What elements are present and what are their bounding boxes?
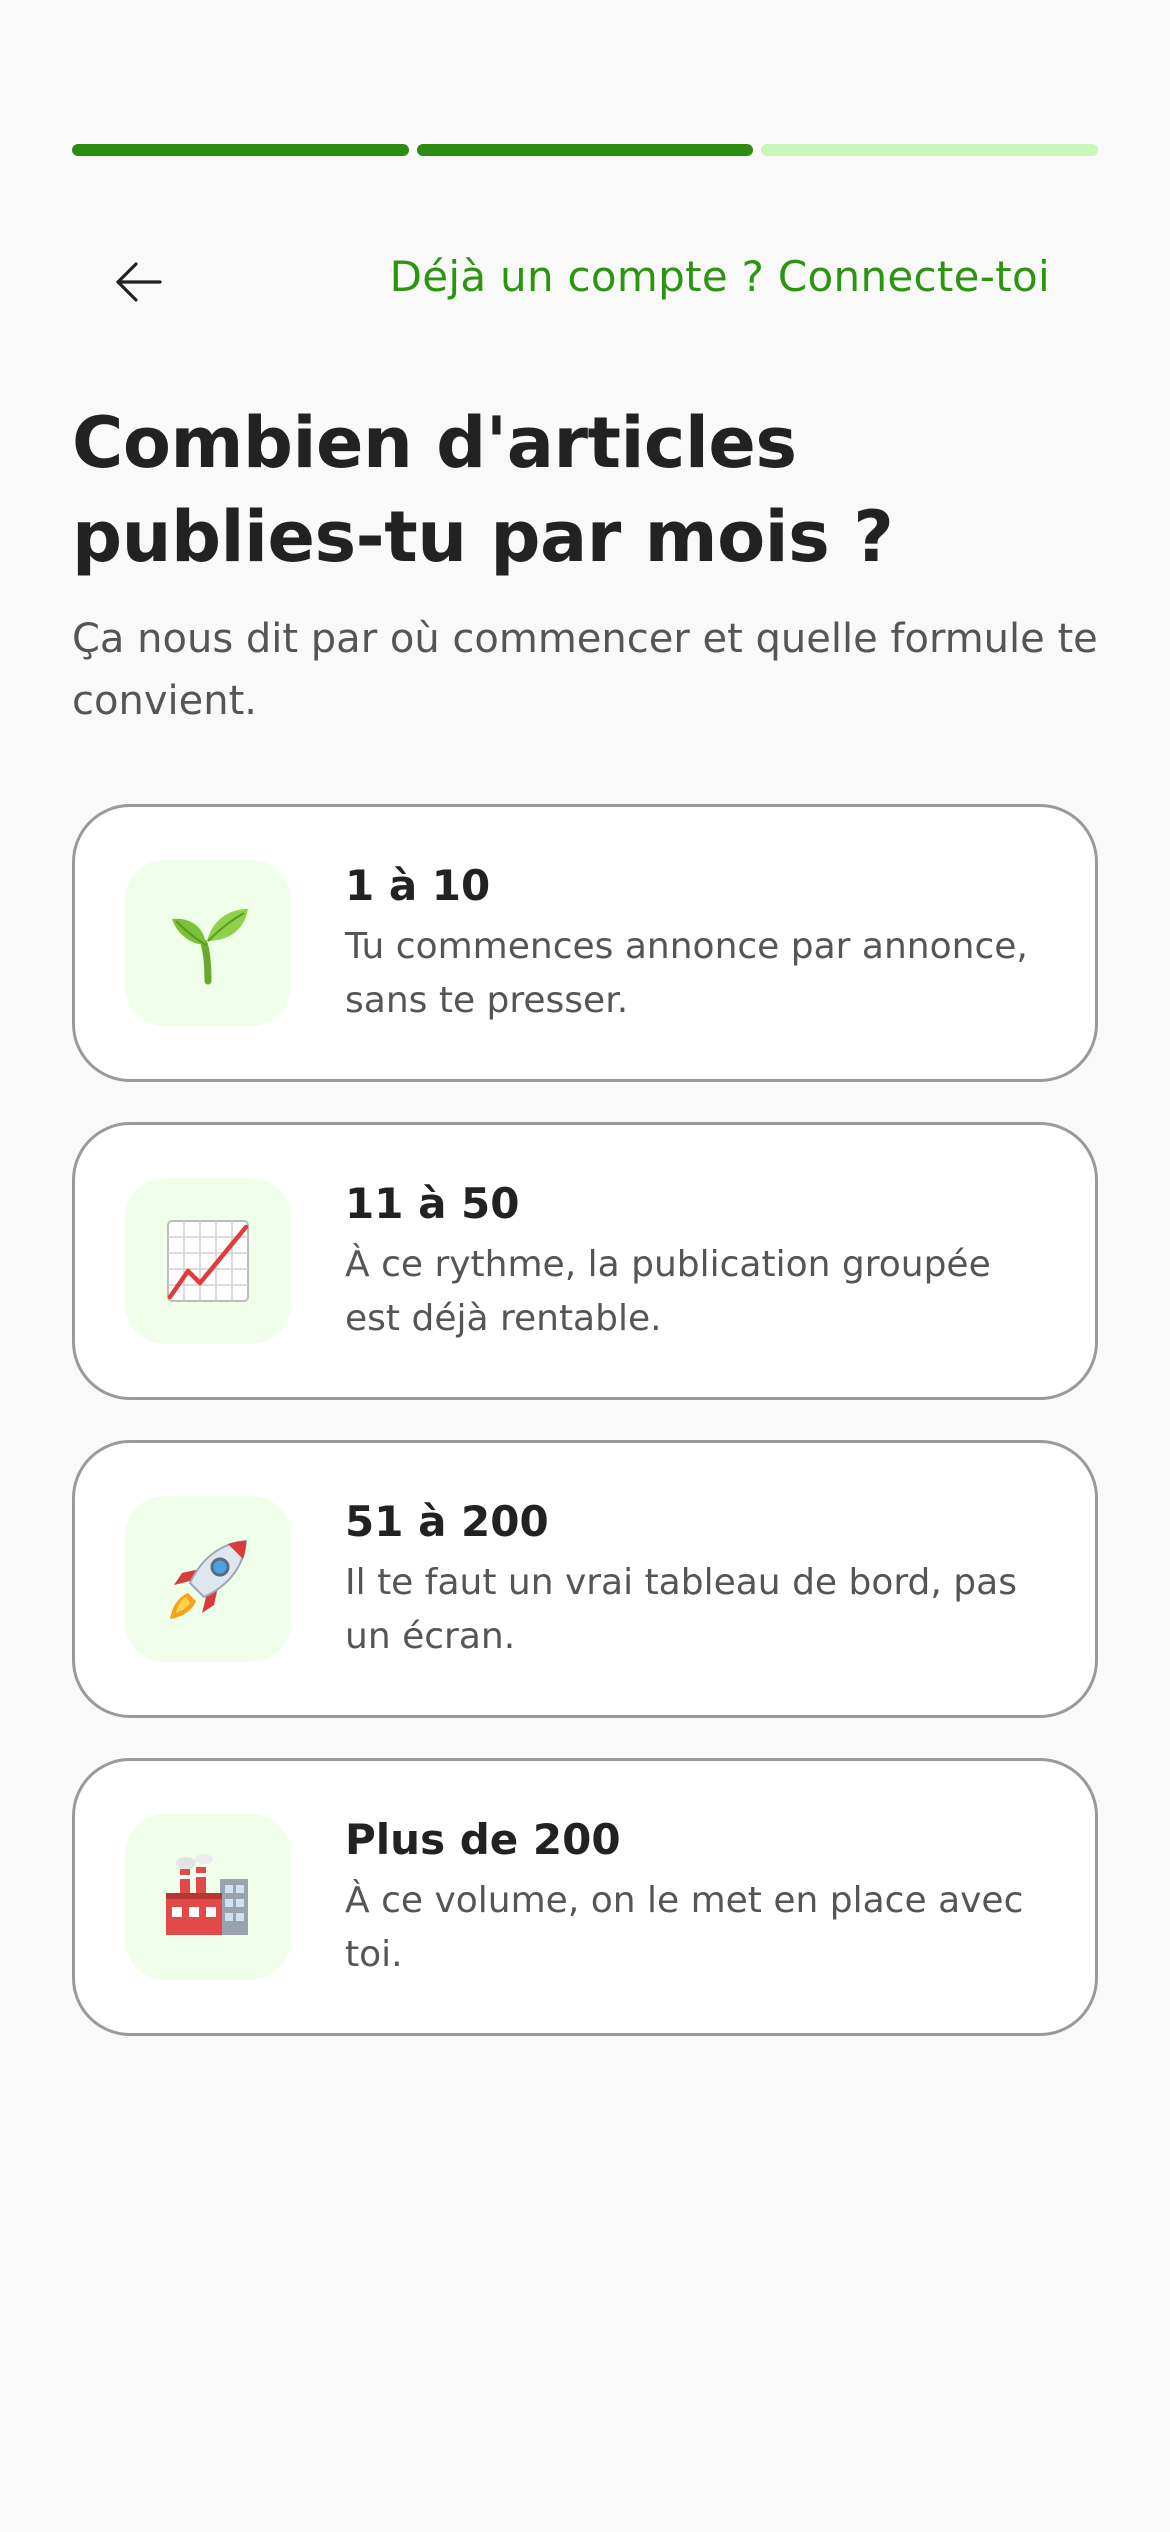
option-icon-box — [125, 1496, 291, 1662]
options-list: 1 à 10 Tu commences annonce par annonce,… — [72, 804, 1098, 2036]
option-1-to-10[interactable]: 1 à 10 Tu commences annonce par annonce,… — [72, 804, 1098, 1082]
option-text: 11 à 50 À ce rythme, la publication grou… — [345, 1176, 1055, 1346]
option-icon-box — [125, 1178, 291, 1344]
option-icon-box — [125, 1814, 291, 1980]
option-text: 1 à 10 Tu commences annonce par annonce,… — [345, 858, 1055, 1028]
option-text: 51 à 200 Il te faut un vrai tableau de b… — [345, 1494, 1055, 1664]
arrow-left-icon — [116, 262, 162, 302]
login-link[interactable]: Déjà un compte ? Connecte-toi — [390, 252, 1050, 301]
option-title: 51 à 200 — [345, 1497, 549, 1546]
factory-icon — [166, 1854, 248, 1935]
option-text: Plus de 200 À ce volume, on le met en pl… — [345, 1812, 1055, 1982]
option-title: Plus de 200 — [345, 1815, 621, 1864]
option-description: Tu commences annonce par annonce, sans t… — [345, 926, 1028, 1021]
option-title: 11 à 50 — [345, 1179, 520, 1228]
chart-increasing-icon — [167, 1220, 249, 1302]
progress-step-3 — [761, 144, 1099, 156]
option-description: À ce volume, on le met en place avec toi… — [345, 1880, 1024, 1975]
option-icon-box — [125, 860, 291, 1026]
page-title: Combien d'articles publies-tu par mois ? — [72, 402, 894, 578]
option-description: Il te faut un vrai tableau de bord, pas … — [345, 1562, 1017, 1657]
option-description: À ce rythme, la publication groupée est … — [345, 1244, 991, 1339]
page-subtitle: Ça nous dit par où commencer et quelle f… — [72, 616, 1098, 724]
option-11-to-50[interactable]: 11 à 50 À ce rythme, la publication grou… — [72, 1122, 1098, 1400]
rocket-icon — [170, 1539, 248, 1619]
seedling-icon — [172, 909, 248, 985]
progress-bar — [72, 144, 1099, 156]
option-title: 1 à 10 — [345, 861, 491, 910]
back-button[interactable] — [96, 240, 180, 324]
option-51-to-200[interactable]: 51 à 200 Il te faut un vrai tableau de b… — [72, 1440, 1098, 1718]
progress-step-1 — [72, 144, 409, 156]
option-more-than-200[interactable]: Plus de 200 À ce volume, on le met en pl… — [72, 1758, 1098, 2036]
progress-step-2 — [416, 144, 754, 156]
